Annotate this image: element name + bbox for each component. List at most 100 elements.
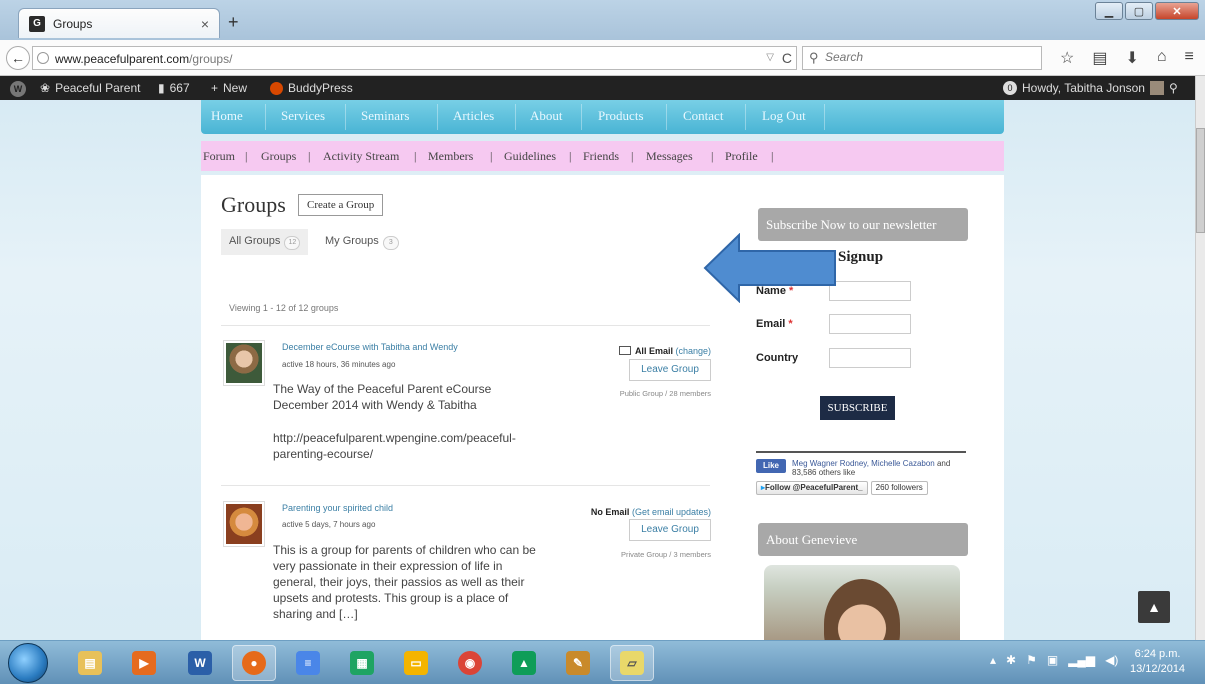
group-avatar[interactable] xyxy=(223,340,265,386)
plus-icon: + xyxy=(211,81,219,95)
email-status: All Email (change) xyxy=(561,346,711,356)
scrollbar-thumb[interactable] xyxy=(1196,128,1205,233)
buddypress-menu[interactable]: BuddyPress xyxy=(270,81,353,95)
slides-taskbar-icon[interactable]: ▭ xyxy=(394,645,438,681)
tray-expand-icon[interactable]: ▴ xyxy=(990,653,996,667)
about-widget-title: About Genevieve xyxy=(758,523,968,556)
window-controls: ▁ ▢ ✕ xyxy=(1095,2,1199,20)
submenu-messages[interactable]: Messages xyxy=(646,149,693,164)
submenu-profile[interactable]: Profile xyxy=(725,149,758,164)
docs-taskbar-icon[interactable]: ≡ xyxy=(286,645,330,681)
notification-count[interactable]: 0 xyxy=(1003,81,1017,95)
site-name: Peaceful Parent xyxy=(55,81,141,95)
wp-logo-menu[interactable]: W xyxy=(10,81,26,97)
media-player-taskbar-icon[interactable]: ▶ xyxy=(122,645,166,681)
menu-seminars[interactable]: Seminars xyxy=(361,108,409,124)
action-center-flag-icon[interactable]: ⚑ xyxy=(1026,653,1037,667)
drive-taskbar-icon[interactable]: ▲ xyxy=(502,645,546,681)
menu-contact[interactable]: Contact xyxy=(683,108,723,124)
url-text: www.peacefulparent.com/groups/ xyxy=(55,52,233,66)
device-icon[interactable]: ▣ xyxy=(1047,653,1058,667)
group-name-link[interactable]: Parenting your spirited child xyxy=(282,503,393,513)
reload-icon[interactable]: C xyxy=(782,50,792,66)
menu-home[interactable]: Home xyxy=(211,108,243,124)
main-menu: Home Services Seminars Articles About Pr… xyxy=(201,100,1004,134)
home-icon[interactable]: ⌂ xyxy=(1157,48,1167,68)
group-name-link[interactable]: December eCourse with Tabitha and Wendy xyxy=(282,342,458,352)
volume-icon[interactable]: ◀) xyxy=(1105,653,1118,667)
search-input[interactable] xyxy=(825,50,1025,64)
menu-about[interactable]: About xyxy=(530,108,563,124)
comments-menu[interactable]: ▮ 667 xyxy=(158,81,190,95)
subscribe-button[interactable]: SUBSCRIBE xyxy=(820,396,895,420)
browser-tab[interactable]: G Groups × xyxy=(18,8,220,38)
bookmark-star-icon[interactable]: ☆ xyxy=(1060,48,1074,68)
scroll-to-top-button[interactable]: ▲ xyxy=(1138,591,1170,623)
group-link[interactable]: http://peacefulparent.wpengine.com/peace… xyxy=(273,430,543,462)
comments-count: 667 xyxy=(169,81,190,95)
facebook-like-button[interactable]: Like xyxy=(756,459,786,473)
avatar xyxy=(1149,81,1164,95)
search-box[interactable]: ⚲ xyxy=(802,46,1042,70)
address-bar[interactable]: www.peacefulparent.com/groups/ ▽ C xyxy=(32,46,797,70)
group-activity: active 5 days, 7 hours ago xyxy=(282,520,376,529)
submenu-activity-stream[interactable]: Activity Stream xyxy=(323,149,399,164)
sheets-taskbar-icon[interactable]: ▦ xyxy=(340,645,384,681)
back-button[interactable]: ← xyxy=(6,46,30,70)
toolbar-icons: ☆ ▤ ⬇ ⌂ ≡ xyxy=(1060,48,1194,68)
submenu-members[interactable]: Members xyxy=(428,149,473,164)
close-tab-icon[interactable]: × xyxy=(201,16,209,32)
word-taskbar-icon[interactable]: W xyxy=(178,645,222,681)
get-email-updates-link[interactable]: (Get email updates) xyxy=(632,507,711,517)
buddypress-icon xyxy=(270,81,283,95)
facebook-like: Like Meg Wagner Rodney, Michelle Cazabon… xyxy=(756,459,967,477)
country-field[interactable] xyxy=(829,348,911,368)
menu-articles[interactable]: Articles xyxy=(453,108,494,124)
minimize-button[interactable]: ▁ xyxy=(1095,2,1123,20)
tab-my-groups[interactable]: My Groups 3 xyxy=(325,235,399,250)
twitter-follower-count: 260 followers xyxy=(870,481,928,495)
chrome-taskbar-icon[interactable]: ◉ xyxy=(448,645,492,681)
download-icon[interactable]: ⬇ xyxy=(1125,48,1138,68)
change-email-link[interactable]: (change) xyxy=(675,346,711,356)
leave-group-button[interactable]: Leave Group xyxy=(629,359,711,381)
submenu-forum[interactable]: Forum xyxy=(203,149,235,164)
paint-taskbar-icon[interactable]: ✎ xyxy=(556,645,600,681)
menu-products[interactable]: Products xyxy=(598,108,644,124)
menu-services[interactable]: Services xyxy=(281,108,325,124)
start-button[interactable] xyxy=(8,643,48,683)
account-menu[interactable]: 0 Howdy, Tabitha Jonson ⚲ xyxy=(1003,81,1178,95)
admin-search-icon[interactable]: ⚲ xyxy=(1169,81,1178,95)
firefox-taskbar-icon[interactable]: ● xyxy=(232,645,276,681)
leave-group-button[interactable]: Leave Group xyxy=(629,519,711,541)
new-tab-button[interactable]: + xyxy=(228,12,239,33)
create-group-button[interactable]: Create a Group xyxy=(298,194,384,216)
maximize-button[interactable]: ▢ xyxy=(1125,2,1153,20)
signal-icon[interactable]: ▂▄▆ xyxy=(1068,653,1095,667)
submenu-friends[interactable]: Friends xyxy=(583,149,619,164)
divider xyxy=(221,485,710,486)
new-label: New xyxy=(223,81,248,95)
close-window-button[interactable]: ✕ xyxy=(1155,2,1199,20)
system-clock[interactable]: 6:24 p.m. 13/12/2014 xyxy=(1130,647,1185,677)
howdy-text: Howdy, Tabitha Jonson xyxy=(1022,81,1145,95)
wordpress-icon: W xyxy=(10,81,26,97)
system-tray: ▴ ✱ ⚑ ▣ ▂▄▆ ◀) xyxy=(990,653,1118,667)
history-dropdown-icon[interactable]: ▽ xyxy=(766,52,774,63)
site-name-menu[interactable]: ❀ Peaceful Parent xyxy=(40,81,140,95)
menu-log-out[interactable]: Log Out xyxy=(762,108,806,124)
submenu-guidelines[interactable]: Guidelines xyxy=(504,149,556,164)
windows-taskbar: ▤ ▶ W ● ≡ ▦ ▭ ◉ ▲ ✎ ▱ ▴ ✱ ⚑ ▣ ▂▄▆ ◀) 6:2… xyxy=(0,640,1205,684)
group-avatar[interactable] xyxy=(223,501,265,547)
tab-all-groups[interactable]: All Groups 12 xyxy=(221,229,309,255)
email-field[interactable] xyxy=(829,314,911,334)
submenu-groups[interactable]: Groups xyxy=(261,149,296,164)
sticky-notes-taskbar-icon[interactable]: ▱ xyxy=(610,645,654,681)
clock-time: 6:24 p.m. xyxy=(1134,648,1181,660)
twitter-follow-button[interactable]: ▸Follow @PeacefulParent_ xyxy=(756,481,868,495)
explorer-taskbar-icon[interactable]: ▤ xyxy=(68,645,112,681)
new-content-menu[interactable]: + New xyxy=(211,81,247,95)
network-status-icon[interactable]: ✱ xyxy=(1006,653,1016,667)
bookmarks-list-icon[interactable]: ▤ xyxy=(1092,48,1107,68)
menu-icon[interactable]: ≡ xyxy=(1185,48,1194,68)
